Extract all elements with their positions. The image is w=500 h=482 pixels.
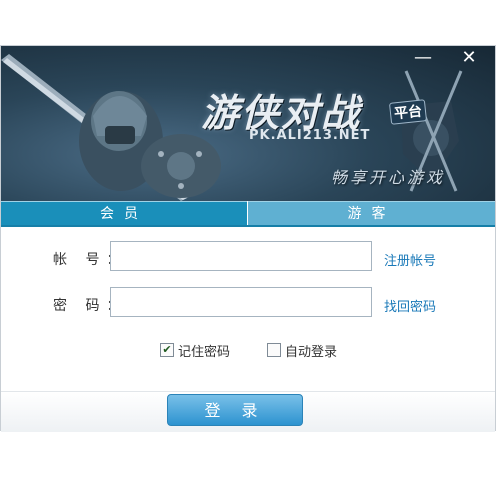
slogan: 畅享开心游戏 (331, 168, 446, 187)
account-input[interactable] (111, 242, 371, 270)
tab-guest[interactable]: 游客 (248, 201, 495, 226)
login-tabs: 会员 游客 (1, 201, 495, 226)
minimize-icon: — (414, 47, 432, 68)
remember-password-label: 记住密码 (178, 344, 231, 360)
tab-member[interactable]: 会员 (1, 201, 247, 226)
checkmark-icon: ✔ (160, 343, 174, 357)
auto-login-label: 自动登录 (285, 344, 338, 360)
recover-password-link[interactable]: 找回密码 (384, 296, 436, 315)
banner: 游侠对战 平台 PK.ALI213.NET 畅享开心游戏 — ✕ (1, 46, 495, 201)
logo-url: PK.ALI213.NET (249, 128, 371, 143)
password-field[interactable] (110, 287, 372, 317)
empty-checkbox-icon (267, 343, 281, 357)
login-button[interactable]: 登 录 (167, 394, 303, 426)
auto-login-checkbox[interactable]: 自动登录 (267, 342, 338, 360)
close-icon: ✕ (461, 47, 477, 68)
logo-badge: 平台 (388, 99, 428, 125)
close-button[interactable]: ✕ (457, 48, 481, 70)
password-input[interactable] (111, 288, 371, 316)
remember-password-checkbox[interactable]: ✔ 记住密码 (160, 342, 231, 360)
minimize-button[interactable]: — (411, 48, 435, 70)
register-link[interactable]: 注册帐号 (384, 250, 436, 269)
account-field[interactable] (110, 241, 372, 271)
tab-underline (1, 225, 495, 227)
login-window: 游侠对战 平台 PK.ALI213.NET 畅享开心游戏 — ✕ 会员 游客 帐… (0, 45, 496, 432)
